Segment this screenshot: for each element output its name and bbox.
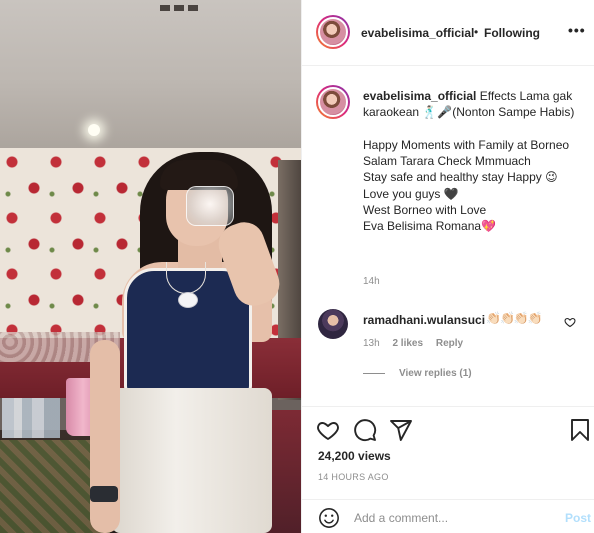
scene-ceiling: [0, 0, 301, 150]
post-video[interactable]: [0, 0, 301, 533]
post-header: evabelisima_official • Following •••: [302, 0, 594, 66]
post-details-panel: evabelisima_official • Following ••• eva…: [301, 0, 594, 533]
caption-line: Salam Tarara Check Mmmuach: [363, 154, 531, 169]
commenter-username[interactable]: ramadhani.wulansuci: [363, 313, 485, 327]
replies-divider: [363, 372, 385, 374]
comment-icon[interactable]: [353, 418, 377, 442]
caption-line: West Borneo with Love: [363, 203, 487, 218]
commenter-avatar[interactable]: [318, 309, 348, 339]
add-comment-bar: Add a comment... Post: [302, 499, 594, 533]
views-count[interactable]: 24,200 views: [318, 449, 391, 463]
caption-author-avatar[interactable]: [316, 85, 350, 119]
caption-line: Stay safe and healthy stay Happy 😉: [363, 170, 558, 185]
comment-like-heart-icon[interactable]: [564, 316, 576, 328]
comment-time: 13h: [363, 338, 380, 349]
bookmark-icon[interactable]: [568, 418, 592, 442]
caption-text: evabelisima_official Effects Lama gak ka…: [363, 88, 589, 235]
heart-icon[interactable]: [316, 418, 340, 442]
more-options-icon[interactable]: •••: [568, 22, 586, 38]
caption-timestamp: 14h: [363, 276, 380, 287]
comment-item: ramadhani.wulansuci 👏🏻👏🏻👏🏻👏🏻 13h 2 likes…: [302, 306, 594, 406]
author-avatar[interactable]: [316, 15, 350, 49]
post-timestamp[interactable]: 14 HOURS AGO: [318, 472, 389, 482]
caption-line: Eva Belisima Romana💖: [363, 219, 496, 234]
comment-meta: 13h 2 likes Reply: [363, 338, 473, 349]
caption-author-username[interactable]: evabelisima_official: [363, 89, 476, 103]
comment-likes-count[interactable]: 2 likes: [392, 338, 423, 349]
comment-reply-button[interactable]: Reply: [436, 338, 463, 349]
comment-input[interactable]: Add a comment...: [354, 511, 448, 525]
scene-bottles: [2, 398, 60, 438]
cropped-top-icons: [160, 0, 250, 11]
scene-ceiling-light: [88, 124, 100, 136]
post-comment-button[interactable]: Post: [565, 511, 591, 525]
caption-line: Love you guys 🖤: [363, 186, 459, 201]
caption-line: Happy Moments with Family at Borneo: [363, 137, 570, 152]
post-actions: 24,200 views 14 HOURS AGO Add a comment.…: [302, 406, 594, 533]
share-icon[interactable]: [389, 418, 413, 442]
following-button[interactable]: Following: [484, 26, 540, 40]
view-replies-label[interactable]: View replies (1): [399, 368, 472, 379]
author-username[interactable]: evabelisima_official: [361, 26, 474, 40]
comment-text: 👏🏻👏🏻👏🏻👏🏻: [486, 311, 543, 325]
dot-separator: •: [474, 25, 479, 39]
view-replies-button[interactable]: View replies (1): [363, 368, 472, 379]
smile-icon[interactable]: [318, 507, 340, 529]
